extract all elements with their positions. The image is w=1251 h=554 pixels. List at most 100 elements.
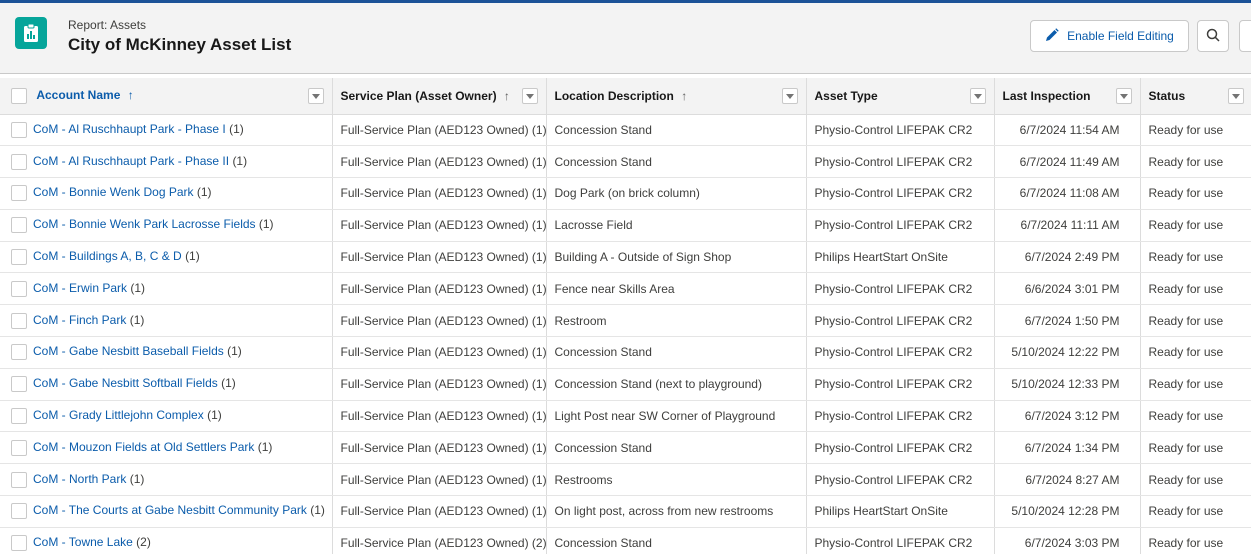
row-checkbox[interactable] xyxy=(11,312,27,329)
cell-account-name: CoM - Al Ruschhaupt Park - Phase I (1) xyxy=(0,114,333,147)
cell-location-description: Restroom xyxy=(546,304,807,338)
table-row[interactable]: CoM - Grady Littlejohn Complex (1) Full-S… xyxy=(0,400,1251,433)
table-row[interactable]: CoM - Buildings A, B, C & D (1) Full-Serv… xyxy=(0,241,1251,274)
row-checkbox[interactable] xyxy=(11,153,27,170)
cell-last-inspection: 6/7/2024 11:11 AM xyxy=(994,209,1141,242)
column-menu-button[interactable] xyxy=(1115,88,1132,104)
column-header-service-plan[interactable]: Service Plan (Asset Owner) ↑ xyxy=(332,78,547,115)
row-checkbox[interactable] xyxy=(11,344,27,361)
search-button[interactable] xyxy=(1197,20,1229,52)
cell-last-inspection: 5/10/2024 12:22 PM xyxy=(994,336,1141,369)
account-link[interactable]: CoM - The Courts at Gabe Nesbitt Communi… xyxy=(33,504,307,518)
record-count: (1) xyxy=(207,408,222,423)
table-row[interactable]: CoM - Gabe Nesbitt Softball Fields (1) Fu… xyxy=(0,368,1251,401)
cell-location-description: Concession Stand (next to playground) xyxy=(546,368,807,401)
account-link[interactable]: CoM - Erwin Park xyxy=(33,281,127,295)
account-link[interactable]: CoM - Bonnie Wenk Park Lacrosse Fields xyxy=(33,217,256,231)
account-link[interactable]: CoM - Mouzon Fields at Old Settlers Park xyxy=(33,440,254,454)
cell-service-plan: Full-Service Plan (AED123 Owned) (1) xyxy=(332,145,547,179)
account-link[interactable]: CoM - North Park xyxy=(33,472,126,486)
account-link[interactable]: CoM - Gabe Nesbitt Softball Fields xyxy=(33,376,218,390)
column-label: Location Description xyxy=(554,88,674,103)
record-count: (1) xyxy=(129,471,145,486)
cell-account-name: CoM - Towne Lake (2) xyxy=(0,527,333,554)
cell-last-inspection: 6/6/2024 3:01 PM xyxy=(994,272,1141,306)
account-link[interactable]: CoM - Gabe Nesbitt Baseball Fields xyxy=(33,345,224,359)
table-row[interactable]: CoM - Bonnie Wenk Dog Park (1) Full-Servi… xyxy=(0,177,1251,210)
column-menu-button[interactable] xyxy=(969,88,986,104)
row-checkbox[interactable] xyxy=(11,121,27,138)
row-checkbox[interactable] xyxy=(11,408,27,425)
table-row[interactable]: CoM - The Courts at Gabe Nesbitt Communi… xyxy=(0,495,1251,528)
row-checkbox[interactable] xyxy=(11,439,27,456)
table-row[interactable]: CoM - Bonnie Wenk Park Lacrosse Fields (… xyxy=(0,209,1251,242)
cell-location-description: Restrooms xyxy=(546,463,807,497)
cell-asset-type: Physio-Control LIFEPAK CR2 xyxy=(806,209,995,242)
table-row[interactable]: CoM - Finch Park (1) Full-Service Plan (A… xyxy=(0,304,1251,338)
column-header-status[interactable]: Status xyxy=(1140,78,1251,115)
report-table: Account Name ↑ Service Plan (Asset Owner… xyxy=(0,78,1251,554)
table-row[interactable]: CoM - Mouzon Fields at Old Settlers Park… xyxy=(0,431,1251,465)
cell-account-name: CoM - Erwin Park (1) xyxy=(0,272,333,306)
cell-last-inspection: 6/7/2024 3:12 PM xyxy=(994,400,1141,433)
cell-status: Ready for use xyxy=(1140,431,1251,465)
column-menu-button[interactable] xyxy=(1227,88,1244,104)
cell-asset-type: Physio-Control LIFEPAK CR2 xyxy=(806,463,995,497)
column-menu-button[interactable] xyxy=(521,88,538,104)
column-header-location-description[interactable]: Location Description ↑ xyxy=(546,78,807,115)
cell-asset-type: Physio-Control LIFEPAK CR2 xyxy=(806,272,995,306)
account-link[interactable]: CoM - Buildings A, B, C & D xyxy=(33,249,182,263)
more-actions-button[interactable] xyxy=(1239,20,1251,52)
column-label: Service Plan (Asset Owner) xyxy=(340,88,497,103)
cell-asset-type: Physio-Control LIFEPAK CR2 xyxy=(806,114,995,147)
cell-service-plan: Full-Service Plan (AED123 Owned) (1) xyxy=(332,368,547,401)
cell-location-description: Concession Stand xyxy=(546,527,807,554)
cell-status: Ready for use xyxy=(1140,114,1251,147)
cell-service-plan: Full-Service Plan (AED123 Owned) (2) xyxy=(332,527,547,554)
record-count: (1) xyxy=(196,185,212,200)
record-count: (1) xyxy=(130,281,146,296)
column-header-asset-type[interactable]: Asset Type xyxy=(806,78,995,115)
row-checkbox[interactable] xyxy=(11,376,27,393)
record-count: (2) xyxy=(136,535,151,550)
table-row[interactable]: CoM - Gabe Nesbitt Baseball Fields (1) Fu… xyxy=(0,336,1251,369)
select-all-checkbox[interactable] xyxy=(11,87,27,104)
account-link[interactable]: CoM - Grady Littlejohn Complex xyxy=(33,408,204,422)
row-checkbox[interactable] xyxy=(11,217,27,234)
row-checkbox[interactable] xyxy=(11,185,27,202)
account-link[interactable]: CoM - Al Ruschhaupt Park - Phase I xyxy=(33,122,226,136)
chevron-down-icon xyxy=(1231,93,1240,99)
column-label: Status xyxy=(1148,88,1186,103)
account-link[interactable]: CoM - Bonnie Wenk Dog Park xyxy=(33,186,194,200)
table-body: CoM - Al Ruschhaupt Park - Phase I (1) Fu… xyxy=(0,114,1251,554)
cell-asset-type: Physio-Control LIFEPAK CR2 xyxy=(806,336,995,369)
cell-service-plan: Full-Service Plan (AED123 Owned) (1) xyxy=(332,241,547,274)
page-title: City of McKinney Asset List xyxy=(68,35,292,54)
cell-service-plan: Full-Service Plan (AED123 Owned) (1) xyxy=(332,114,547,147)
enable-field-editing-button[interactable]: Enable Field Editing xyxy=(1030,20,1189,52)
table-row[interactable]: CoM - Erwin Park (1) Full-Service Plan (A… xyxy=(0,272,1251,306)
row-checkbox[interactable] xyxy=(11,503,27,520)
cell-account-name: CoM - Bonnie Wenk Park Lacrosse Fields (… xyxy=(0,209,333,242)
row-checkbox[interactable] xyxy=(11,280,27,297)
table-row[interactable]: CoM - Al Ruschhaupt Park - Phase II (1) F… xyxy=(0,145,1251,179)
row-checkbox[interactable] xyxy=(11,249,27,266)
cell-service-plan: Full-Service Plan (AED123 Owned) (1) xyxy=(332,304,547,338)
account-link[interactable]: CoM - Al Ruschhaupt Park - Phase II xyxy=(33,154,229,168)
chevron-down-icon xyxy=(785,93,794,99)
column-header-account-name[interactable]: Account Name ↑ xyxy=(0,78,333,115)
row-checkbox[interactable] xyxy=(11,471,27,488)
account-link[interactable]: CoM - Finch Park xyxy=(33,313,126,327)
column-menu-button[interactable] xyxy=(307,88,324,104)
account-link[interactable]: CoM - Towne Lake xyxy=(33,535,133,549)
cell-asset-type: Philips HeartStart OnSite xyxy=(806,241,995,274)
table-row[interactable]: CoM - Al Ruschhaupt Park - Phase I (1) Fu… xyxy=(0,114,1251,147)
row-checkbox[interactable] xyxy=(11,535,27,552)
table-row[interactable]: CoM - North Park (1) Full-Service Plan (A… xyxy=(0,463,1251,497)
column-header-last-inspection[interactable]: Last Inspection xyxy=(994,78,1141,115)
cell-last-inspection: 6/7/2024 3:03 PM xyxy=(994,527,1141,554)
cell-service-plan: Full-Service Plan (AED123 Owned) (1) xyxy=(332,209,547,242)
table-row[interactable]: CoM - Towne Lake (2) Full-Service Plan (A… xyxy=(0,527,1251,554)
column-label: Last Inspection xyxy=(1002,88,1091,103)
column-menu-button[interactable] xyxy=(781,88,798,104)
